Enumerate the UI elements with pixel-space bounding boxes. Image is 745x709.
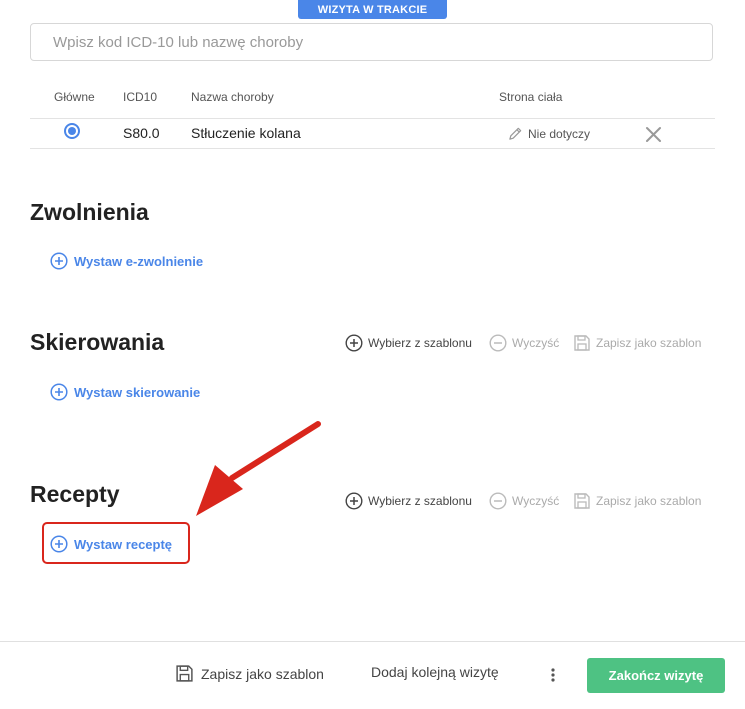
table-divider bbox=[30, 118, 715, 119]
referral-save-template-label: Zapisz jako szablon bbox=[596, 336, 702, 350]
close-icon bbox=[645, 126, 662, 143]
section-title-recepty: Recepty bbox=[30, 481, 120, 507]
add-next-visit-button[interactable]: Dodaj kolejną wizytę bbox=[371, 664, 499, 680]
issue-referral-label: Wystaw skierowanie bbox=[74, 384, 201, 400]
plus-circle-icon bbox=[345, 334, 363, 352]
issue-referral-button[interactable]: Wystaw skierowanie bbox=[50, 383, 200, 401]
icd10-search-input[interactable] bbox=[30, 23, 713, 61]
issue-sick-leave-button[interactable]: Wystaw e-zwolnienie bbox=[50, 252, 203, 270]
referral-clear-button[interactable]: Wyczyść bbox=[489, 334, 559, 352]
save-icon bbox=[573, 334, 591, 352]
issue-sick-leave-label: Wystaw e-zwolnienie bbox=[74, 253, 204, 269]
prescription-clear-label: Wyczyść bbox=[512, 494, 560, 508]
table-divider bbox=[30, 148, 715, 149]
save-icon bbox=[573, 492, 591, 510]
annotation-highlight-box bbox=[42, 522, 190, 564]
status-badge: WIZYTA W TRAKCIE bbox=[298, 0, 447, 19]
minus-circle-icon bbox=[489, 492, 507, 510]
referral-template-button[interactable]: Wybierz z szablonu bbox=[345, 334, 472, 352]
footer-divider bbox=[0, 641, 745, 642]
plus-circle-icon bbox=[50, 252, 68, 270]
prescription-save-template-label: Zapisz jako szablon bbox=[596, 494, 702, 508]
finish-visit-button[interactable]: Zakończ wizytę bbox=[587, 658, 725, 693]
disease-name: Stłuczenie kolana bbox=[191, 125, 301, 141]
referral-clear-label: Wyczyść bbox=[512, 336, 560, 350]
column-header-icd10: ICD10 bbox=[123, 90, 158, 104]
body-side-value: Nie dotyczy bbox=[528, 126, 591, 141]
save-icon bbox=[175, 664, 194, 683]
more-vertical-icon bbox=[549, 667, 557, 683]
more-options-button[interactable] bbox=[549, 667, 557, 683]
prescription-clear-button[interactable]: Wyczyść bbox=[489, 492, 559, 510]
section-title-zwolnienia: Zwolnienia bbox=[30, 199, 149, 225]
minus-circle-icon bbox=[489, 334, 507, 352]
body-side-edit-button[interactable]: Nie dotyczy bbox=[508, 126, 590, 141]
remove-diagnosis-button[interactable] bbox=[645, 126, 662, 143]
column-header-body-side: Strona ciała bbox=[499, 90, 563, 104]
footer-save-template-label: Zapisz jako szablon bbox=[201, 665, 324, 682]
column-header-main: Główne bbox=[54, 90, 95, 104]
main-diagnosis-radio[interactable] bbox=[64, 123, 80, 139]
plus-circle-icon bbox=[50, 383, 68, 401]
referral-save-template-button[interactable]: Zapisz jako szablon bbox=[573, 334, 701, 352]
plus-circle-icon bbox=[345, 492, 363, 510]
column-header-disease-name: Nazwa choroby bbox=[191, 90, 274, 104]
section-title-skierowania: Skierowania bbox=[30, 329, 165, 355]
prescription-template-button[interactable]: Wybierz z szablonu bbox=[345, 492, 472, 510]
icd10-code: S80.0 bbox=[123, 125, 160, 141]
pencil-icon bbox=[508, 126, 523, 141]
prescription-save-template-button[interactable]: Zapisz jako szablon bbox=[573, 492, 701, 510]
footer-save-template-button[interactable]: Zapisz jako szablon bbox=[175, 664, 324, 683]
referral-template-label: Wybierz z szablonu bbox=[368, 336, 472, 350]
prescription-template-label: Wybierz z szablonu bbox=[368, 494, 472, 508]
